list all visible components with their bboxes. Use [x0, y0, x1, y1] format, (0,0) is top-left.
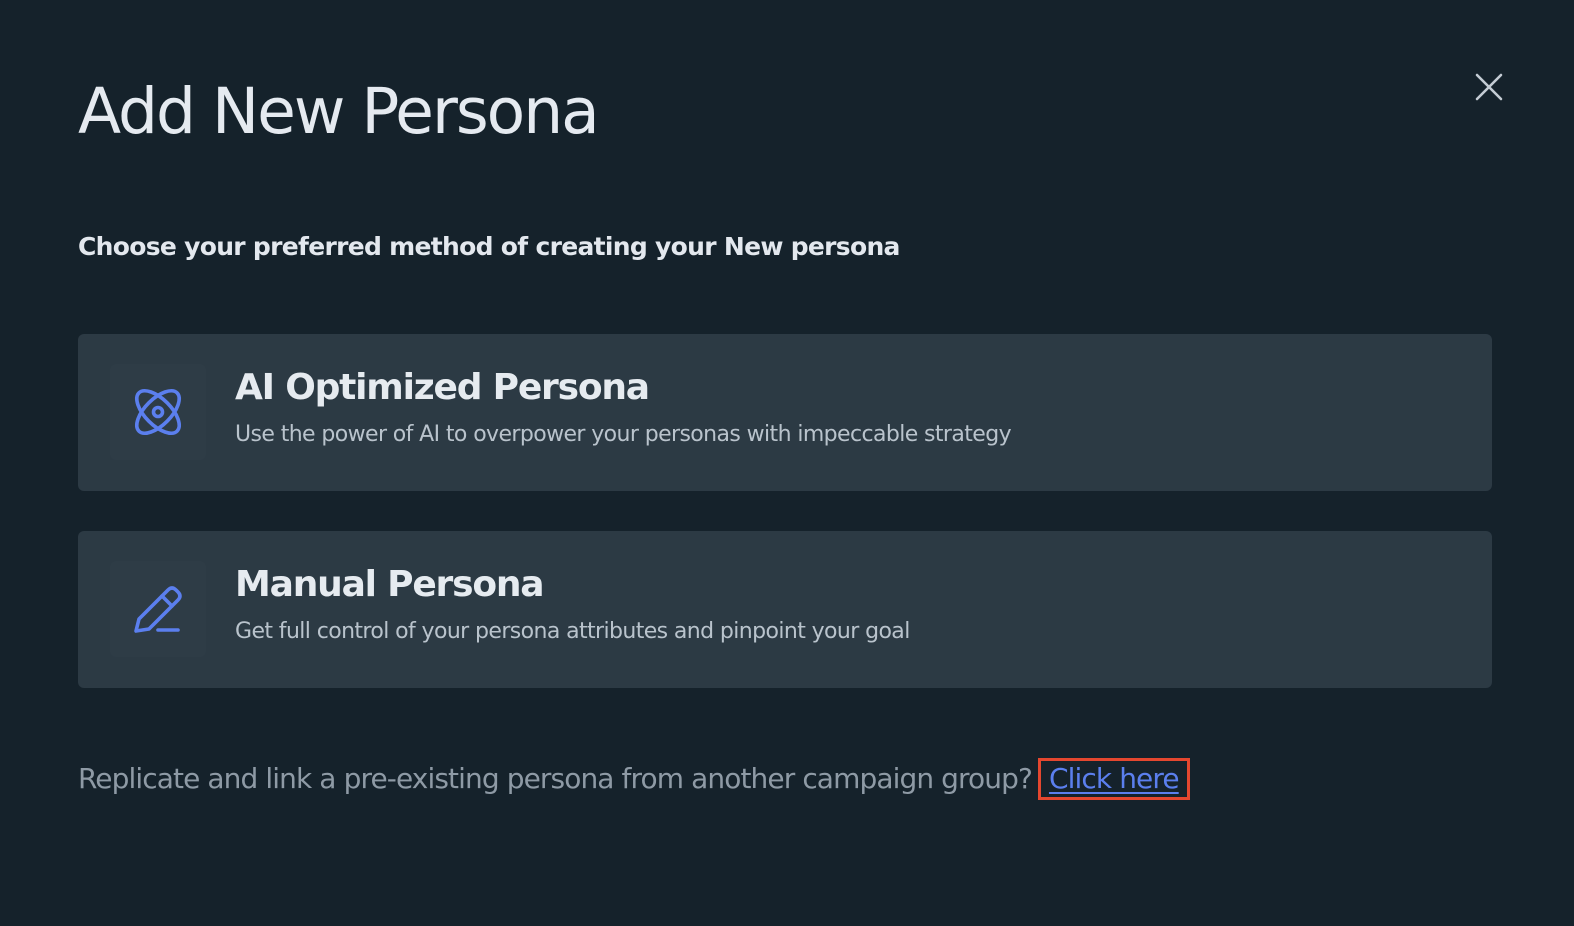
replicate-persona-prompt: Replicate and link a pre-existing person…: [78, 758, 1190, 800]
atom-icon: [110, 364, 206, 460]
close-button[interactable]: [1470, 68, 1508, 106]
manual-persona-option[interactable]: Manual Persona Get full control of your …: [78, 531, 1492, 688]
ai-optimized-persona-option[interactable]: AI Optimized Persona Use the power of AI…: [78, 334, 1492, 491]
option-description: Use the power of AI to overpower your pe…: [235, 422, 1012, 447]
click-here-link[interactable]: Click here: [1049, 759, 1180, 799]
highlight-box: Click here: [1037, 758, 1190, 800]
pen-icon: [110, 561, 206, 657]
modal-title: Add New Persona: [78, 75, 600, 148]
add-persona-modal: Add New Persona Choose your preferred me…: [0, 0, 1574, 926]
option-title: Manual Persona: [235, 564, 545, 605]
option-title: AI Optimized Persona: [235, 367, 650, 408]
modal-subtitle: Choose your preferred method of creating…: [78, 232, 900, 261]
replicate-prompt-text: Replicate and link a pre-existing person…: [78, 762, 1033, 795]
close-icon: [1475, 73, 1503, 101]
option-description: Get full control of your persona attribu…: [235, 619, 910, 644]
